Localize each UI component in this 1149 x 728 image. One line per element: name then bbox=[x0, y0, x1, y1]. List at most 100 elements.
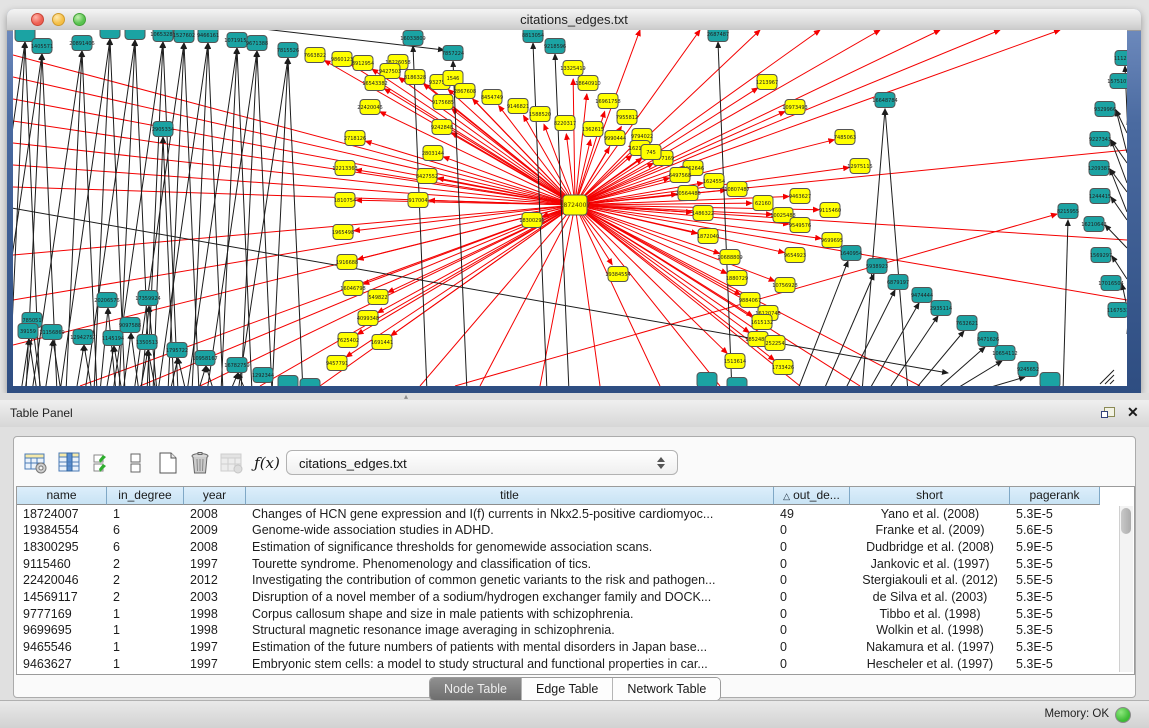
network-node-label: 1209387 bbox=[1088, 166, 1110, 172]
network-node-label: 9699695 bbox=[821, 238, 843, 244]
network-edge bbox=[823, 274, 874, 386]
network-edge bbox=[178, 358, 186, 386]
network-window-titlebar[interactable]: citations_edges.txt bbox=[7, 9, 1141, 31]
network-node-label: 8186328 bbox=[404, 75, 426, 81]
network-edge bbox=[1110, 380, 1114, 384]
table-cell: 9115460 bbox=[17, 556, 107, 573]
network-node-label: 9457791 bbox=[326, 361, 348, 367]
table-cell: Corpus callosum shape and size in male p… bbox=[246, 606, 774, 623]
network-node-label: 1691441 bbox=[371, 340, 393, 346]
network-node[interactable] bbox=[278, 376, 298, 387]
network-node-label: 5938923 bbox=[866, 264, 888, 270]
network-node[interactable] bbox=[100, 30, 120, 39]
table-cell: 2 bbox=[107, 589, 184, 606]
table-cell: 2009 bbox=[184, 522, 246, 539]
column-header-pagerank[interactable]: pagerank bbox=[1010, 487, 1100, 505]
table-cell: 2012 bbox=[184, 572, 246, 589]
table-cell: 2 bbox=[107, 572, 184, 589]
network-node-label: 745 bbox=[646, 150, 656, 156]
network-node-label: 22420046 bbox=[357, 105, 382, 111]
column-header-short[interactable]: short bbox=[850, 487, 1010, 505]
table-row[interactable]: 2242004622012Investigating the contribut… bbox=[17, 572, 1100, 589]
float-panel-icon[interactable] bbox=[1101, 407, 1115, 420]
table-row[interactable]: 1456911722003Disruption of a novel membe… bbox=[17, 589, 1100, 606]
table-scrollbar-thumb[interactable] bbox=[1121, 508, 1131, 534]
table-cell: 1 bbox=[107, 506, 184, 523]
delete-table-button[interactable] bbox=[186, 449, 214, 477]
table-cell: 2008 bbox=[184, 539, 246, 556]
panel-splitter[interactable]: ▴ bbox=[0, 393, 1149, 400]
table-row[interactable]: 969969511998Structural magnetic resonanc… bbox=[17, 622, 1100, 639]
network-edge bbox=[573, 79, 575, 205]
network-edge bbox=[1125, 66, 1127, 386]
table-row[interactable]: 1830029562008Estimation of significance … bbox=[17, 539, 1100, 556]
network-edge bbox=[1105, 375, 1114, 384]
table-row[interactable]: 1872400712008Changes of HCN gene express… bbox=[17, 506, 1100, 523]
network-node[interactable] bbox=[1040, 373, 1060, 387]
column-header-in_degree[interactable]: in_degree bbox=[107, 487, 184, 505]
table-row[interactable]: 946362711997Embryonic stem cells: a mode… bbox=[17, 656, 1100, 673]
node-table: namein_degreeyeartitle△out_de...shortpag… bbox=[16, 486, 1135, 675]
network-node-label: 9329966 bbox=[1094, 107, 1116, 113]
network-edge bbox=[1111, 197, 1127, 220]
network-edge bbox=[358, 205, 575, 259]
network-node-label: 1213967 bbox=[756, 80, 778, 86]
network-window: citations_edges.txt 14055712089140610653… bbox=[7, 9, 1141, 393]
function-builder-button[interactable]: ƒ(x) bbox=[250, 449, 284, 477]
column-header-title[interactable]: title bbox=[246, 487, 774, 505]
close-panel-icon[interactable]: ✕ bbox=[1127, 404, 1139, 421]
network-edge bbox=[885, 109, 908, 386]
tab-edge-table[interactable]: Edge Table bbox=[522, 678, 613, 700]
table-cell: 5.5E-5 bbox=[1010, 572, 1100, 589]
table-row[interactable]: 1938455462009Genome-wide association stu… bbox=[17, 522, 1100, 539]
table-cell: 14569117 bbox=[17, 589, 107, 606]
table-row[interactable]: 911546021997Tourette syndrome. Phenomeno… bbox=[17, 556, 1100, 573]
table-cell: Embryonic stem cells: a model to study s… bbox=[246, 656, 774, 673]
network-node[interactable] bbox=[300, 379, 320, 387]
table-scrollbar[interactable] bbox=[1119, 506, 1133, 672]
network-node-label: 1112543 bbox=[1114, 56, 1127, 62]
select-column-button[interactable] bbox=[56, 449, 84, 477]
network-node-label: 9794022 bbox=[631, 134, 653, 140]
network-node-label: 16543382 bbox=[362, 81, 387, 87]
network-node-label: 9427503 bbox=[379, 69, 401, 75]
network-node-label: 8215955 bbox=[1057, 209, 1079, 215]
network-node[interactable] bbox=[727, 378, 747, 387]
network-node[interactable] bbox=[125, 30, 145, 40]
network-edge bbox=[575, 205, 800, 386]
table-row[interactable]: 946554611997Estimation of the future num… bbox=[17, 639, 1100, 656]
network-edge bbox=[1116, 110, 1127, 153]
network-node[interactable] bbox=[697, 373, 717, 387]
network-edge bbox=[29, 339, 37, 386]
split-rows-button[interactable] bbox=[122, 449, 150, 477]
network-node-label: 9227343 bbox=[1089, 137, 1111, 143]
network-node-label: 1588520 bbox=[529, 112, 551, 118]
tab-network-table[interactable]: Network Table bbox=[613, 678, 720, 700]
table-cell: 2003 bbox=[184, 589, 246, 606]
column-header-out_de[interactable]: △out_de... bbox=[774, 487, 850, 505]
table-row[interactable]: 977716911998Corpus callosum shape and si… bbox=[17, 606, 1100, 623]
network-node-label: 9115460 bbox=[819, 208, 841, 214]
table-cell: de Silva et al. (2003) bbox=[850, 589, 1010, 606]
network-node-label: 13325419 bbox=[560, 66, 585, 72]
table-settings-button[interactable] bbox=[22, 449, 50, 477]
table-cell: Wolkin et al. (1998) bbox=[850, 622, 1010, 639]
network-canvas[interactable]: 1405571208914061065328715276029466161107… bbox=[13, 30, 1127, 386]
table-header-row: namein_degreeyeartitle△out_de...shortpag… bbox=[17, 487, 1100, 505]
column-header-year[interactable]: year bbox=[184, 487, 246, 505]
table-cell: 9463627 bbox=[17, 656, 107, 673]
network-node-label: 1244415 bbox=[1089, 194, 1111, 200]
tab-node-table[interactable]: Node Table bbox=[430, 678, 522, 700]
table-cell: 1997 bbox=[184, 656, 246, 673]
network-edge bbox=[100, 308, 108, 386]
table-cell: Franke et al. (2009) bbox=[850, 522, 1010, 539]
network-edge bbox=[1105, 225, 1127, 248]
new-table-button[interactable] bbox=[154, 449, 182, 477]
network-node-label: 1167531 bbox=[1107, 308, 1127, 314]
column-header-name[interactable]: name bbox=[17, 487, 107, 505]
table-cell: Tibbo et al. (1998) bbox=[850, 606, 1010, 623]
network-node-label: 8427552 bbox=[416, 174, 438, 180]
network-node-label: 20891406 bbox=[69, 41, 94, 47]
select-rows-button[interactable] bbox=[90, 449, 118, 477]
table-source-select[interactable]: citations_edges.txt bbox=[286, 450, 678, 475]
